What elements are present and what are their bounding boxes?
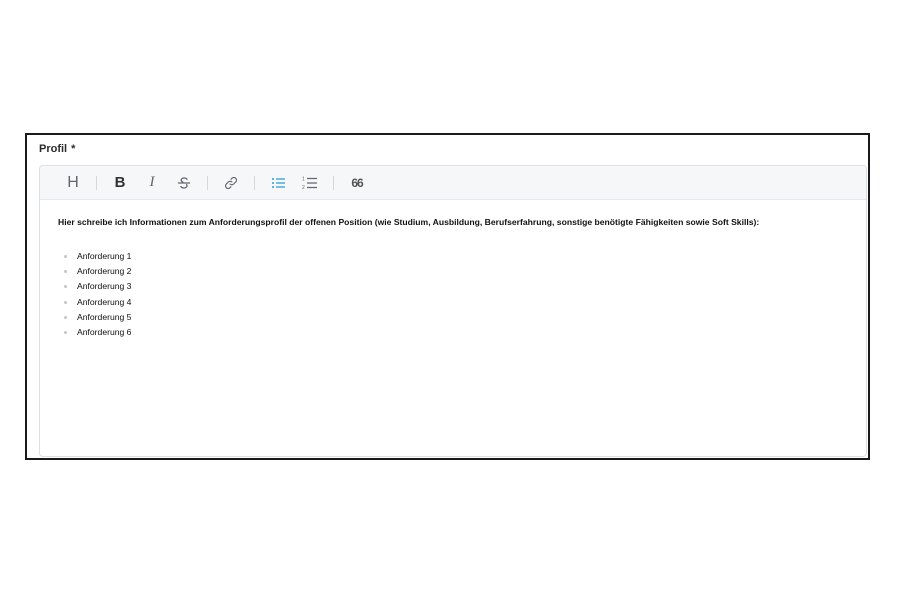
link-icon — [224, 176, 238, 189]
italic-icon: I — [149, 174, 155, 190]
svg-text:2: 2 — [302, 185, 305, 191]
toolbar-divider — [254, 175, 255, 190]
list-item: Anforderung 3 — [64, 279, 848, 294]
list-item: Anforderung 4 — [64, 295, 848, 310]
quote-icon: 66 — [351, 175, 363, 190]
list-item-text: Anforderung 6 — [77, 327, 132, 338]
profile-field-container: Profil * H B I 1 2 66 Hier schreibe ich … — [25, 133, 870, 460]
bullet-dot-icon — [64, 270, 67, 274]
bullet-dot-icon — [64, 315, 67, 319]
toolbar-divider — [333, 175, 334, 190]
italic-button[interactable]: I — [139, 171, 165, 195]
numbered-list-icon: 1 2 — [302, 176, 317, 191]
numbered-list-button[interactable]: 1 2 — [297, 171, 323, 195]
quote-button[interactable]: 66 — [344, 171, 370, 195]
intro-paragraph: Hier schreibe ich Informationen zum Anfo… — [58, 217, 760, 227]
list-item-text: Anforderung 1 — [77, 251, 132, 261]
rich-text-editor[interactable]: H B I 1 2 66 Hier schreibe ich Informati… — [39, 165, 867, 457]
bullet-list-icon — [271, 177, 285, 188]
toolbar-divider — [207, 175, 208, 190]
bullet-list-button[interactable] — [265, 171, 291, 195]
svg-text:1: 1 — [302, 176, 305, 182]
list-item: Anforderung 2 — [64, 264, 848, 279]
required-marker: * — [71, 143, 76, 155]
bullet-dot-icon — [64, 331, 67, 335]
list-item: Anforderung 1 — [64, 249, 848, 264]
link-button[interactable] — [218, 171, 244, 195]
list-item-text: Anforderung 4 — [77, 296, 132, 307]
list-item: Anforderung 6 — [64, 325, 848, 340]
heading-icon: H — [67, 173, 79, 191]
list-item: Anforderung 5 — [64, 310, 848, 325]
list-item-text: Anforderung 2 — [77, 266, 132, 277]
bullet-dot-icon — [64, 255, 67, 258]
bullet-dot-icon — [64, 300, 67, 304]
field-label: Profil * — [39, 143, 75, 155]
editor-toolbar: H B I 1 2 66 — [40, 166, 866, 200]
requirements-list: Anforderung 1 Anforderung 2 Anforderung … — [64, 249, 848, 340]
strikethrough-button[interactable] — [171, 171, 197, 195]
editor-content[interactable]: Hier schreibe ich Informationen zum Anfo… — [40, 200, 866, 340]
heading-button[interactable]: H — [60, 171, 86, 195]
strikethrough-icon — [177, 176, 191, 189]
bullet-dot-icon — [64, 285, 67, 289]
list-item-text: Anforderung 5 — [77, 311, 132, 322]
bold-icon: B — [114, 174, 126, 191]
toolbar-divider — [96, 175, 97, 190]
list-item-text: Anforderung 3 — [77, 281, 132, 292]
bold-button[interactable]: B — [107, 171, 133, 195]
field-label-text: Profil — [39, 143, 68, 155]
